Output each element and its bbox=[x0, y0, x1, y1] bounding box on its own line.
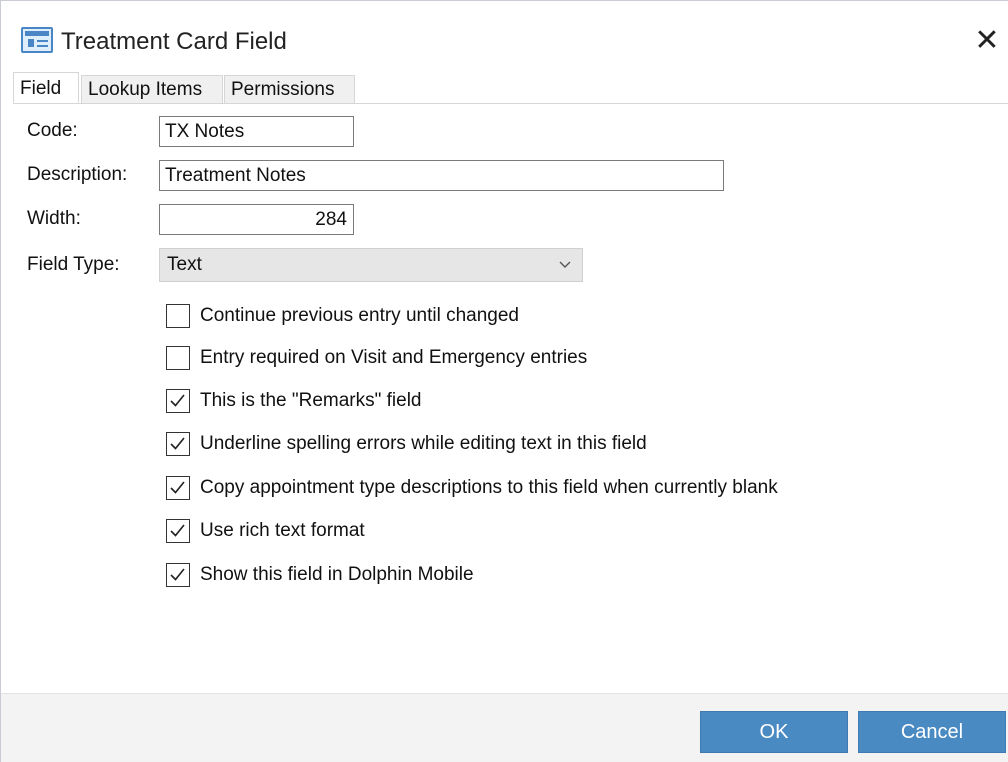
option-copy-appointment-descriptions[interactable]: Copy appointment type descriptions to th… bbox=[166, 474, 986, 504]
checkbox[interactable] bbox=[166, 304, 190, 328]
option-label: This is the "Remarks" field bbox=[200, 390, 422, 411]
option-remarks-field[interactable]: This is the "Remarks" field bbox=[166, 387, 986, 417]
checkmark-icon bbox=[170, 481, 185, 494]
option-entry-required[interactable]: Entry required on Visit and Emergency en… bbox=[166, 344, 986, 374]
tab-field[interactable]: Field bbox=[13, 72, 79, 103]
close-button[interactable]: ✕ bbox=[967, 21, 1007, 61]
ok-button[interactable]: OK bbox=[700, 711, 848, 753]
tab-lookup-items[interactable]: Lookup Items bbox=[81, 75, 223, 103]
option-underline-spelling-errors[interactable]: Underline spelling errors while editing … bbox=[166, 430, 986, 460]
description-label: Description: bbox=[27, 164, 128, 185]
checkbox[interactable] bbox=[166, 389, 190, 413]
checkbox[interactable] bbox=[166, 476, 190, 500]
width-input[interactable]: 284 bbox=[159, 204, 354, 235]
dialog-title: Treatment Card Field bbox=[61, 28, 287, 55]
option-label: Show this field in Dolphin Mobile bbox=[200, 564, 474, 585]
chevron-down-icon bbox=[559, 261, 571, 268]
checkbox[interactable] bbox=[166, 563, 190, 587]
title-bar: Treatment Card Field ✕ bbox=[1, 1, 1008, 71]
checkbox[interactable] bbox=[166, 432, 190, 456]
checkmark-icon bbox=[170, 437, 185, 450]
checkmark-icon bbox=[170, 524, 185, 537]
option-show-in-dolphin-mobile[interactable]: Show this field in Dolphin Mobile bbox=[166, 561, 986, 591]
code-input[interactable]: TX Notes bbox=[159, 116, 354, 147]
tab-divider bbox=[13, 103, 1008, 104]
tab-permissions[interactable]: Permissions bbox=[224, 75, 355, 103]
dialog-footer bbox=[1, 694, 1008, 762]
field-type-dropdown[interactable]: Text bbox=[159, 248, 583, 282]
option-label: Copy appointment type descriptions to th… bbox=[200, 477, 778, 498]
width-label: Width: bbox=[27, 208, 81, 229]
checkmark-icon bbox=[170, 394, 185, 407]
option-label: Underline spelling errors while editing … bbox=[200, 433, 647, 454]
checkbox[interactable] bbox=[166, 519, 190, 543]
option-label: Entry required on Visit and Emergency en… bbox=[200, 347, 588, 368]
option-label: Continue previous entry until changed bbox=[200, 305, 519, 326]
field-type-value: Text bbox=[167, 254, 202, 275]
option-rich-text-format[interactable]: Use rich text format bbox=[166, 517, 986, 547]
field-type-label: Field Type: bbox=[27, 254, 120, 275]
cancel-button[interactable]: Cancel bbox=[858, 711, 1006, 753]
option-continue-previous-entry[interactable]: Continue previous entry until changed bbox=[166, 302, 986, 332]
description-input[interactable]: Treatment Notes bbox=[159, 160, 724, 191]
card-icon bbox=[21, 27, 53, 53]
close-icon: ✕ bbox=[974, 24, 1000, 57]
code-label: Code: bbox=[27, 120, 78, 141]
checkbox[interactable] bbox=[166, 346, 190, 370]
tab-strip: Field Lookup Items Permissions bbox=[13, 72, 1003, 104]
checkmark-icon bbox=[170, 568, 185, 581]
option-label: Use rich text format bbox=[200, 520, 365, 541]
treatment-card-field-dialog: Treatment Card Field ✕ Field Lookup Item… bbox=[0, 0, 1008, 762]
